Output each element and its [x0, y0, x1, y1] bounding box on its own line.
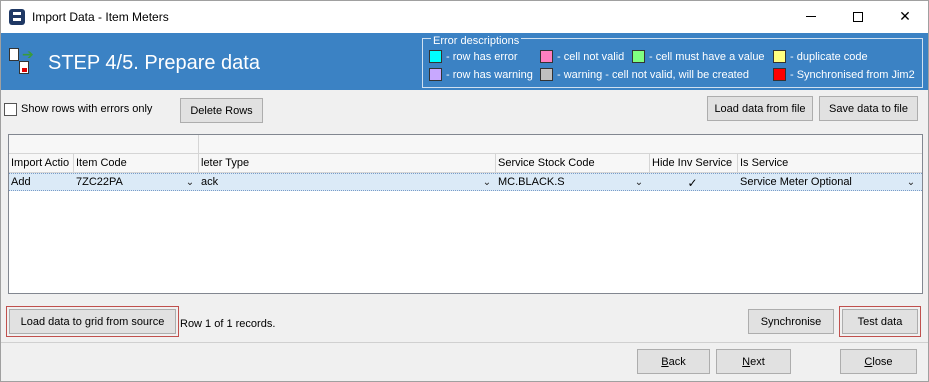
legend-cell-must-have-value: - cell must have a value [632, 50, 765, 63]
record-status: Row 1 of 1 records. [180, 318, 276, 330]
meter-type-cell[interactable]: ack [199, 174, 479, 191]
close-label: Close [864, 355, 893, 368]
legend-row-has-warning: - row has warning [429, 68, 533, 81]
import-step-icon: ➔ [7, 46, 37, 76]
import-action-cell[interactable]: Add [9, 174, 74, 191]
checkmark-icon: ✓ [687, 175, 698, 190]
column-header-import-action[interactable]: Import Actio [9, 154, 74, 173]
minimize-button[interactable] [788, 1, 834, 32]
legend-duplicate-code: - duplicate code [773, 50, 868, 63]
legend-warning-cell-not-valid: - warning - cell not valid, will be crea… [540, 68, 749, 81]
column-header-service-stock-code[interactable]: Service Stock Code [496, 154, 650, 173]
title-bar: Import Data - Item Meters ✕ [1, 1, 928, 33]
data-grid[interactable]: Import Actio Item Code leter Type Servic… [8, 134, 923, 294]
error-swatch [429, 68, 442, 81]
test-data-button[interactable]: Test data [839, 306, 921, 337]
step-title: STEP 4/5. Prepare data [48, 52, 260, 74]
footer-separator [1, 342, 928, 343]
chevron-down-icon[interactable]: ⌄ [184, 175, 196, 189]
load-data-from-file-button[interactable]: Load data from file [707, 96, 813, 121]
grid-band-header [9, 135, 922, 154]
item-code-cell[interactable]: 7ZC22PA [74, 174, 184, 191]
maximize-button[interactable] [835, 1, 881, 32]
close-button[interactable]: Close [840, 349, 917, 374]
legend-synchronised-from-jim2: - Synchronised from Jim2 [773, 68, 915, 81]
error-swatch [429, 50, 442, 63]
error-swatch [773, 50, 786, 63]
close-icon: ✕ [899, 8, 911, 24]
column-header-meter-type[interactable]: leter Type [199, 154, 496, 173]
chevron-down-icon[interactable]: ⌄ [481, 175, 493, 189]
next-button[interactable]: Next [716, 349, 791, 374]
delete-rows-button[interactable]: Delete Rows [180, 98, 263, 123]
error-swatch [632, 50, 645, 63]
maximize-icon [853, 11, 863, 22]
app-icon [9, 9, 25, 25]
next-label: Next [742, 355, 765, 368]
error-swatch [540, 50, 553, 63]
show-errors-checkbox[interactable] [4, 103, 17, 116]
load-data-to-grid-button[interactable]: Load data to grid from source [6, 306, 179, 337]
minimize-icon [806, 16, 816, 17]
error-descriptions-title: Error descriptions [431, 35, 522, 47]
error-swatch [540, 68, 553, 81]
error-descriptions-box: Error descriptions - row has error - cel… [422, 35, 923, 88]
column-header-hide-inv-service[interactable]: Hide Inv Service [650, 154, 738, 173]
column-header-is-service[interactable]: Is Service [738, 154, 922, 173]
column-header-item-code[interactable]: Item Code [74, 154, 199, 173]
import-data-window: Import Data - Item Meters ✕ ➔ STEP 4/5. … [0, 0, 929, 382]
legend-row-has-error: - row has error [429, 50, 518, 63]
error-swatch [773, 68, 786, 81]
table-row[interactable]: Add 7ZC22PA ⌄ ack ⌄ MC.BLACK.S ⌄ ✓ Servi… [9, 173, 922, 191]
step-header: ➔ STEP 4/5. Prepare data Error descripti… [1, 33, 928, 90]
is-service-cell[interactable]: Service Meter Optional [738, 174, 903, 191]
back-button[interactable]: Back [637, 349, 710, 374]
save-data-to-file-button[interactable]: Save data to file [819, 96, 918, 121]
synchronise-button[interactable]: Synchronise [748, 309, 834, 334]
back-label: Back [661, 355, 686, 368]
window-title: Import Data - Item Meters [32, 10, 169, 24]
chevron-down-icon[interactable]: ⌄ [905, 175, 917, 189]
chevron-down-icon[interactable]: ⌄ [633, 175, 645, 189]
legend-cell-not-valid: - cell not valid [540, 50, 624, 63]
close-window-button[interactable]: ✕ [882, 1, 928, 32]
grid-column-headers: Import Actio Item Code leter Type Servic… [9, 154, 922, 173]
service-stock-code-cell[interactable]: MC.BLACK.S [496, 174, 631, 191]
hide-inv-service-checkbox[interactable]: ✓ [686, 175, 699, 190]
show-errors-label: Show rows with errors only [21, 103, 153, 115]
